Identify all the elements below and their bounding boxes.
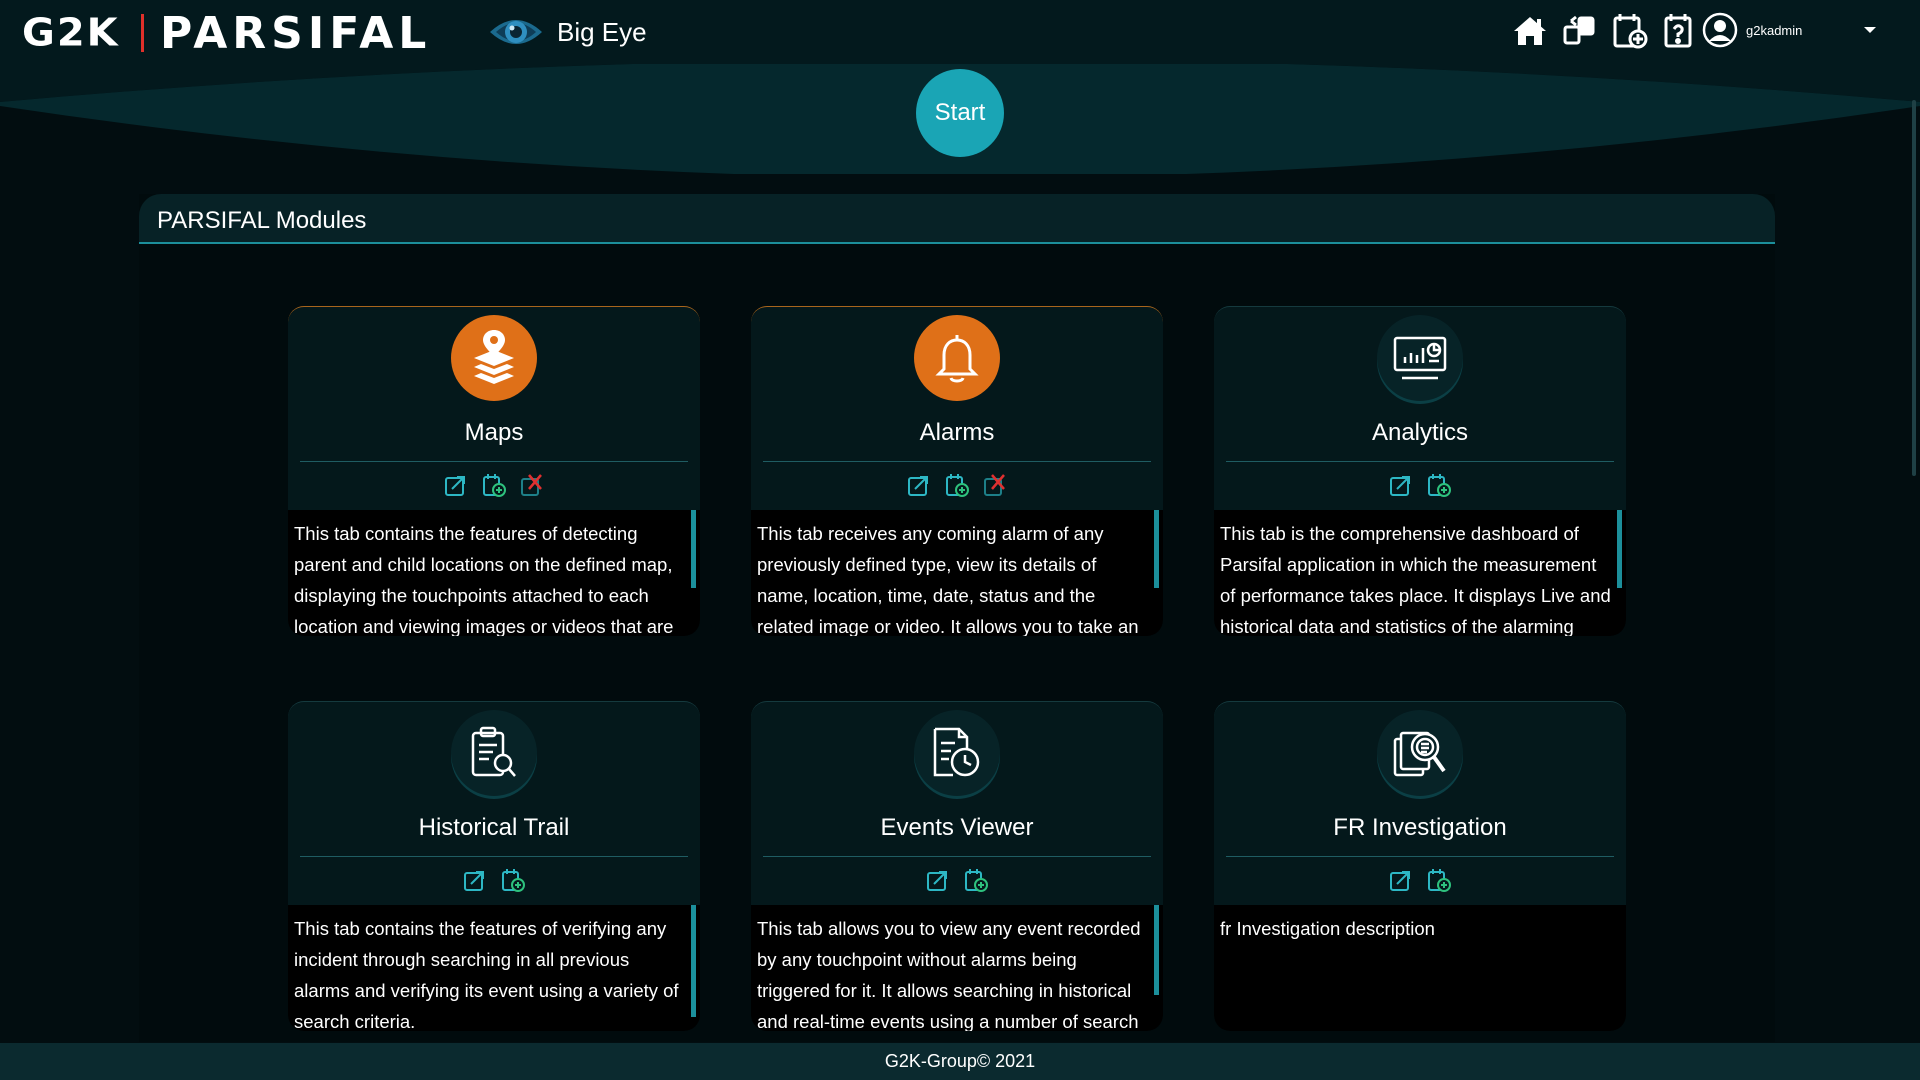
card-divider	[763, 856, 1151, 857]
add-to-tab-icon[interactable]	[500, 867, 526, 893]
page-scrollbar[interactable]	[1912, 100, 1916, 476]
description-scrollbar[interactable]	[691, 905, 696, 1017]
card-description: This tab contains the features of detect…	[288, 510, 700, 636]
card-title: Analytics	[1371, 419, 1469, 446]
card-divider	[300, 461, 688, 462]
card-title: Historical Trail	[418, 814, 570, 841]
module-card-maps[interactable]: Maps This tab contains the features of d…	[288, 306, 700, 636]
modules-panel-header: PARSIFAL Modules	[139, 194, 1775, 244]
add-to-tab-icon[interactable]	[1426, 867, 1452, 893]
remove-alert-icon[interactable]	[982, 472, 1008, 498]
add-to-tab-icon[interactable]	[1426, 472, 1452, 498]
card-divider	[1226, 461, 1614, 462]
top-navbar: G2K PARSIFAL Big Eye g2kadmin	[0, 0, 1920, 64]
face-search-icon	[1377, 710, 1463, 796]
card-description: This tab receives any coming alarm of an…	[751, 510, 1163, 636]
description-scrollbar[interactable]	[1154, 905, 1159, 995]
add-to-tab-icon[interactable]	[963, 867, 989, 893]
module-card-alarms[interactable]: Alarms This tab receives any coming alar…	[751, 306, 1163, 636]
module-card-fr-investigation[interactable]: FR Investigation fr Investigation descri…	[1214, 701, 1626, 1031]
card-title: Alarms	[919, 419, 995, 446]
open-module-icon[interactable]	[925, 867, 951, 893]
card-description: fr Investigation description	[1214, 905, 1626, 1031]
user-avatar-icon	[1702, 12, 1738, 48]
open-module-icon[interactable]	[462, 867, 488, 893]
company-logo: G2K	[22, 11, 120, 55]
bell-icon	[914, 315, 1000, 401]
card-divider	[763, 461, 1151, 462]
user-menu[interactable]: g2kadmin	[1702, 10, 1888, 50]
description-scrollbar[interactable]	[1154, 510, 1159, 588]
description-scrollbar[interactable]	[691, 510, 696, 588]
card-title: FR Investigation	[1333, 814, 1507, 841]
open-module-icon[interactable]	[906, 472, 932, 498]
card-divider	[300, 856, 688, 857]
modules-panel: PARSIFAL Modules Maps This tab contains …	[139, 194, 1775, 1042]
card-divider	[1226, 856, 1614, 857]
card-description: This tab allows you to view any event re…	[751, 905, 1163, 1031]
card-actions	[751, 472, 1163, 498]
chevron-down-icon	[1864, 27, 1876, 33]
panel-title: PARSIFAL Modules	[157, 207, 367, 234]
help-icon[interactable]	[1662, 12, 1698, 50]
card-description: This tab is the comprehensive dashboard …	[1214, 510, 1626, 636]
card-title: Events Viewer	[880, 814, 1034, 841]
module-card-events-viewer[interactable]: Events Viewer This tab allows you to vie…	[751, 701, 1163, 1031]
module-card-analytics[interactable]: Analytics This tab is the comprehensive …	[1214, 306, 1626, 636]
module-card-historical-trail[interactable]: Historical Trail This tab contains the f…	[288, 701, 700, 1031]
card-description: This tab contains the features of verify…	[288, 905, 700, 1031]
home-icon[interactable]	[1512, 12, 1548, 50]
switch-layout-icon[interactable]	[1562, 12, 1598, 50]
logo-divider	[141, 14, 144, 52]
header-toolbar	[1512, 12, 1698, 50]
analytics-dashboard-icon	[1377, 315, 1463, 401]
card-actions	[288, 472, 700, 498]
card-title: Maps	[464, 419, 524, 446]
product-logo: PARSIFAL	[160, 8, 432, 59]
open-module-icon[interactable]	[443, 472, 469, 498]
card-actions	[751, 867, 1163, 893]
footer: G2K-Group© 2021	[0, 1043, 1920, 1080]
eye-icon	[490, 20, 542, 44]
username: g2kadmin	[1746, 22, 1803, 38]
remove-alert-icon[interactable]	[519, 472, 545, 498]
description-scrollbar[interactable]	[1617, 510, 1622, 588]
map-layers-pin-icon	[451, 315, 537, 401]
add-tab-icon[interactable]	[1612, 12, 1648, 50]
open-module-icon[interactable]	[1388, 867, 1414, 893]
card-actions	[1214, 472, 1626, 498]
document-clock-icon	[914, 710, 1000, 796]
card-actions	[288, 867, 700, 893]
start-button[interactable]: Start	[916, 69, 1004, 157]
add-to-tab-icon[interactable]	[944, 472, 970, 498]
card-actions	[1214, 867, 1626, 893]
clipboard-search-icon	[451, 710, 537, 796]
app-name: Big Eye	[557, 17, 647, 47]
open-module-icon[interactable]	[1388, 472, 1414, 498]
add-to-tab-icon[interactable]	[481, 472, 507, 498]
